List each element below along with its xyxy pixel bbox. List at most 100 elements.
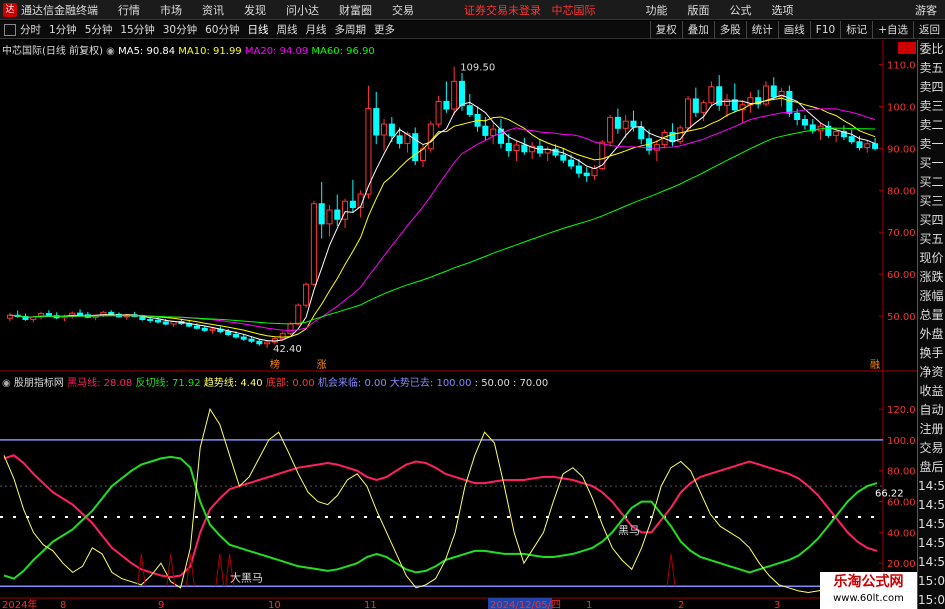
- period-tab-2[interactable]: 5分钟: [81, 22, 117, 37]
- sidebar-item-24: 14:56: [918, 498, 945, 512]
- ma5-label: MA5: 90.84: [118, 46, 176, 57]
- tool-button-3[interactable]: 统计: [745, 21, 778, 39]
- candle-body: [591, 168, 598, 177]
- period-tab-7[interactable]: 周线: [273, 22, 302, 37]
- high-price-label: 109.50: [460, 63, 495, 74]
- candle-body: [848, 136, 855, 143]
- sidebar-item-8: 买三: [919, 194, 944, 208]
- candle-body: [568, 159, 575, 167]
- menu-right-item-3[interactable]: 选项: [762, 2, 804, 18]
- ma60-line: [9, 127, 876, 325]
- tool-button-0[interactable]: 复权: [649, 21, 682, 39]
- x-tick-label: 3: [774, 600, 780, 609]
- tool-button-1[interactable]: 叠加: [681, 21, 714, 39]
- candle-body: [45, 313, 52, 317]
- ma60-label: MA60: 96.90: [311, 46, 375, 57]
- main-menu: 行情 市场 资讯 发现 问小达 财富圈 交易: [108, 2, 424, 18]
- tool-button-7[interactable]: +自选: [872, 21, 913, 39]
- app-title: 通达信金融终端: [21, 3, 98, 17]
- gone-label: 大势已去: 100.00: [389, 378, 472, 389]
- y-tick-label: 50.00: [887, 312, 916, 323]
- candle-body: [622, 120, 629, 129]
- period-tab-10[interactable]: 更多: [370, 22, 399, 37]
- indicator-chart[interactable]: 120.0100.080.0060.0040.0020.00大黑马黑马66.22…: [0, 372, 917, 609]
- menu-right-item-2[interactable]: 公式: [720, 2, 762, 18]
- candle-body: [482, 125, 489, 136]
- candle-body: [614, 116, 621, 129]
- period-tab-1[interactable]: 1分钟: [45, 22, 81, 37]
- y-tick-label: 60.00: [887, 270, 916, 281]
- logo-icon: 达: [3, 2, 17, 17]
- menu-item-3[interactable]: 发现: [234, 2, 276, 18]
- candle-body: [326, 209, 333, 225]
- candle-body: [653, 144, 660, 151]
- period-tab-5[interactable]: 60分钟: [201, 22, 243, 37]
- tool-button-8[interactable]: 返回: [913, 21, 945, 39]
- period-tab-8[interactable]: 月线: [302, 22, 331, 37]
- candle-body: [225, 331, 232, 336]
- settings-icon[interactable]: ◉: [106, 46, 115, 57]
- menu-item-6[interactable]: 交易: [382, 2, 424, 18]
- menu-item-2[interactable]: 资讯: [192, 2, 234, 18]
- user-label[interactable]: 游客: [915, 2, 937, 18]
- candle-body: [872, 143, 879, 149]
- tool-button-2[interactable]: 多股: [713, 21, 746, 39]
- period-tab-4[interactable]: 30分钟: [159, 22, 201, 37]
- tool-button-6[interactable]: 标记: [840, 21, 872, 39]
- period-tab-3[interactable]: 15分钟: [116, 22, 158, 37]
- candle-body: [310, 203, 317, 285]
- candle-body: [521, 144, 528, 153]
- candle-body: [381, 123, 388, 136]
- menu-item-5[interactable]: 财富圈: [329, 2, 382, 18]
- status-bar: 证券交易未登录 中芯国际: [464, 2, 596, 18]
- period-toolbar: 分时 1分钟 5分钟 15分钟 30分钟 60分钟 日线 周线 月线 多周期 更多 复权 叠加 多股 统计…: [0, 21, 945, 39]
- tool-button-4[interactable]: 画线: [777, 21, 810, 39]
- menu-item-0[interactable]: 行情: [108, 2, 150, 18]
- sidebar-item-20: 注册: [919, 422, 944, 436]
- period-tab-6[interactable]: 日线: [244, 22, 273, 37]
- candle-body: [638, 126, 645, 140]
- sidebar-item-9: 买四: [919, 213, 944, 227]
- login-status[interactable]: 证券交易未登录: [464, 4, 541, 17]
- candle-body: [154, 319, 162, 323]
- tool-button-5[interactable]: F10: [809, 21, 840, 39]
- candle-body: [435, 100, 442, 125]
- stock-name: 中芯国际: [551, 3, 596, 17]
- period-tab-9[interactable]: 多周期: [331, 22, 371, 37]
- watermark-title: 乐淘公式网: [833, 574, 904, 590]
- x-tick-label: 8: [60, 600, 66, 609]
- settings-icon[interactable]: ◉: [2, 378, 11, 389]
- seventy-label: : 70.00: [513, 378, 549, 389]
- mark-label: 涨: [317, 359, 327, 371]
- x-tick-label: 1: [586, 600, 592, 609]
- candle-body: [147, 318, 154, 321]
- period-tab-0[interactable]: 分时: [16, 22, 45, 37]
- candle-body: [209, 328, 216, 331]
- chart-tools: 复权 叠加 多股 统计 画线 F10 标记 +自选 返回: [649, 21, 945, 39]
- menu-right-item-1[interactable]: 版面: [678, 2, 720, 18]
- trend-label: 趋势线: 4.40: [203, 378, 263, 389]
- candle-body: [279, 333, 286, 340]
- candle-body: [458, 80, 466, 107]
- chance-label: 机会来临: 0.00: [317, 378, 387, 389]
- big-horse-label: 大黑马: [230, 571, 263, 585]
- mark-label: 榜: [270, 358, 280, 371]
- sidebar-item-11: 现价: [919, 251, 944, 265]
- menu-item-4[interactable]: 问小达: [276, 2, 329, 18]
- candle-body: [334, 209, 341, 220]
- ma20-label: MA20: 94.09: [244, 46, 309, 57]
- y-tick-label: 100.0: [887, 436, 916, 447]
- main-legend: 中芯国际(日线 前复权) ◉ MA5: 90.84 MA10: 91.99 MA…: [2, 42, 375, 57]
- y-tick-label: 110.0: [887, 61, 916, 72]
- checkbox-icon[interactable]: [4, 23, 16, 36]
- menu-right-item-0[interactable]: 功能: [636, 2, 678, 18]
- sidebar-item-16: 换手: [919, 346, 944, 360]
- candle-body: [801, 118, 808, 126]
- sidebar-item-2: 卖四: [919, 80, 944, 94]
- candle-body: [513, 144, 520, 152]
- kline-chart[interactable]: 110.0 100.0 90.00 80.00 70.00 60.00 50.00 109.5…: [0, 40, 917, 372]
- sidebar-item-6: 买一: [919, 156, 944, 170]
- candle-body: [684, 98, 692, 129]
- menu-item-1[interactable]: 市场: [150, 2, 192, 18]
- candle-body: [856, 141, 863, 149]
